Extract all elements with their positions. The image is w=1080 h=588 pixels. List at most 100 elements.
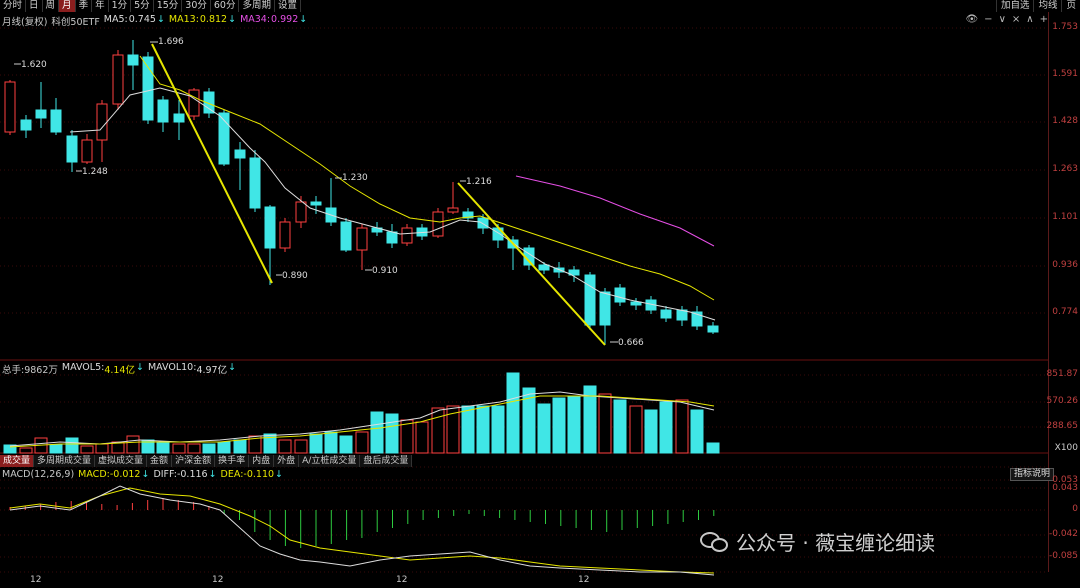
volume-bar <box>80 445 94 454</box>
x-axis-label: 12 <box>578 575 590 585</box>
volume-bar <box>690 409 704 454</box>
volume-bar <box>202 443 216 454</box>
volume-indicator-tabs: 成交量 多周期成交量 虚拟成交量 金额 沪深金额 换手率 内盘 外盘 A/立桩成… <box>0 455 413 467</box>
volume-bar <box>629 405 643 454</box>
volume-bar <box>309 433 323 454</box>
volume-bar <box>598 393 612 454</box>
ma5-line <box>69 87 716 321</box>
volume-bar <box>706 442 720 454</box>
volume-bar <box>644 409 658 454</box>
price-axis-label: 1.591 <box>1052 69 1078 79</box>
volume-bar <box>339 435 353 454</box>
candle-body <box>599 291 611 326</box>
price-axis-label: 0.774 <box>1052 307 1078 317</box>
volume-bar <box>126 435 140 454</box>
price-axis-label: 1.101 <box>1052 212 1078 222</box>
price-axis-label: 1.428 <box>1052 116 1078 126</box>
volume-bar <box>659 401 673 454</box>
volume-value: 9862万 <box>24 365 58 376</box>
macd-axis-label: -0.085 <box>1048 551 1078 561</box>
volume-axis-unit: X100 <box>1054 443 1078 453</box>
volume-bar <box>537 403 551 454</box>
mavol5-label: MAVOL5: <box>61 362 105 373</box>
mavol10-label: MAVOL10: <box>147 362 197 373</box>
tab-after-hours[interactable]: 盘后成交量 <box>360 455 413 467</box>
candle-body <box>477 217 489 229</box>
ma13-line <box>139 55 715 301</box>
volume-axis-label: 851.87 <box>1046 369 1079 379</box>
mavol5-value: 4.14亿 <box>104 365 135 376</box>
candle-body <box>35 109 47 119</box>
volume-bar <box>431 407 445 454</box>
candle-body <box>127 54 139 66</box>
candle-body <box>81 139 93 163</box>
volume-bar <box>552 397 566 454</box>
volume-bar <box>385 413 399 454</box>
volume-bar <box>324 431 338 454</box>
candle-body <box>249 157 261 209</box>
volume-bar <box>233 439 247 454</box>
candle-body <box>660 309 672 319</box>
candle-body <box>112 54 124 105</box>
volume-bar <box>355 431 369 454</box>
watermark-text: 公众号 · 薇宝缠论细读 <box>736 531 936 555</box>
volume-bar <box>3 444 17 454</box>
candle-body <box>707 325 719 333</box>
volume-label: 总手: <box>2 365 25 376</box>
tab-inner[interactable]: 内盘 <box>249 455 275 467</box>
volume-bar <box>187 443 201 454</box>
down-arrow-icon: ↓ <box>141 469 150 480</box>
dea-value: -0.110 <box>243 469 275 480</box>
candle-body <box>96 103 108 141</box>
tab-virtual-volume[interactable]: 虚拟成交量 <box>95 455 148 467</box>
candle-body <box>630 301 642 306</box>
tab-multi-volume[interactable]: 多周期成交量 <box>34 455 96 467</box>
volume-bar <box>476 405 490 454</box>
tab-volume[interactable]: 成交量 <box>0 455 35 467</box>
page-button[interactable]: 页 <box>1061 0 1080 12</box>
volume-bar <box>613 399 627 454</box>
volume-bar <box>506 372 520 454</box>
price-axis-label: 0.936 <box>1052 260 1078 270</box>
volume-bar <box>95 443 109 454</box>
candle-body <box>340 221 352 251</box>
tab-sh-sz-amount[interactable]: 沪深金额 <box>172 455 216 467</box>
kline-chart <box>0 27 1048 576</box>
candle-body <box>432 211 444 237</box>
candle-body <box>279 221 291 249</box>
volume-bar <box>65 437 79 454</box>
watermark: 公众号 · 薇宝缠论细读 <box>700 527 935 556</box>
volume-bar <box>675 399 689 454</box>
volume-bar <box>461 405 475 454</box>
candle-body <box>386 231 398 244</box>
volume-bar <box>415 421 429 454</box>
x-axis-label: 12 <box>212 575 224 585</box>
indicator-help-button[interactable]: 指标说明 <box>1010 468 1055 481</box>
tab-amount[interactable]: 金额 <box>147 455 173 467</box>
volume-bar <box>49 444 63 454</box>
candle-body <box>188 89 200 117</box>
price-annotation: 1.248 <box>82 167 108 177</box>
x-axis-label: 12 <box>396 575 408 585</box>
tab-pillar-volume[interactable]: A/立桩成交量 <box>299 455 361 467</box>
macd-params: MACD(12,26,9) <box>2 469 75 480</box>
price-annotation: 1.230 <box>342 173 368 183</box>
candle-body <box>50 109 62 133</box>
price-annotation: 1.620 <box>21 60 47 70</box>
down-arrow-icon: ↓ <box>135 362 144 373</box>
volume-bar <box>217 441 231 454</box>
tab-outer[interactable]: 外盘 <box>274 455 300 467</box>
candle-body <box>310 201 322 206</box>
volume-bar <box>156 441 170 454</box>
volume-axis-label: 570.26 <box>1046 396 1079 406</box>
volume-bar <box>172 443 186 454</box>
tab-turnover[interactable]: 换手率 <box>215 455 250 467</box>
candle-body <box>157 99 169 123</box>
volume-bar <box>19 447 33 454</box>
price-axis-label: 1.753 <box>1052 22 1078 32</box>
wechat-icon <box>700 530 730 554</box>
candle-body <box>614 287 626 303</box>
candle-body <box>538 264 550 271</box>
price-annotation: 1.216 <box>466 177 492 187</box>
diff-value: -0.116 <box>176 469 208 480</box>
